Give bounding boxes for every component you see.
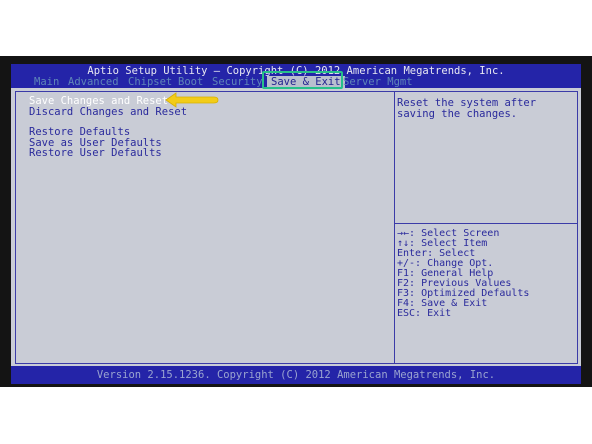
version-text: Version 2.15.1236. Copyright (C) 2012 Am…: [96, 369, 496, 381]
panel-divider-vertical: [394, 92, 395, 363]
annotation-arrow-icon: [165, 92, 219, 108]
tab-main[interactable]: Main: [34, 76, 59, 88]
main-panel: Save Changes and Reset Discard Changes a…: [15, 91, 578, 364]
bios-screen: Aptio Setup Utility – Copyright (C) 2012…: [11, 64, 581, 384]
annotation-highlight-box: [262, 71, 343, 89]
tab-boot[interactable]: Boot: [178, 76, 203, 88]
tab-advanced[interactable]: Advanced: [68, 76, 119, 88]
tab-server-mgmt[interactable]: Server Mgmt: [343, 76, 413, 88]
key-help-list: →←: Select Screen ↑↓: Select Item Enter:…: [397, 229, 575, 319]
bios-footer: Version 2.15.1236. Copyright (C) 2012 Am…: [11, 366, 581, 384]
tab-security[interactable]: Security: [212, 76, 263, 88]
help-description: Reset the system after saving the change…: [397, 97, 537, 120]
key-help-item: ESC: Exit: [397, 308, 452, 319]
option-restore-user-defaults[interactable]: Restore User Defaults: [29, 148, 162, 159]
tab-chipset[interactable]: Chipset: [128, 76, 172, 88]
panel-divider-horizontal: [395, 223, 577, 224]
